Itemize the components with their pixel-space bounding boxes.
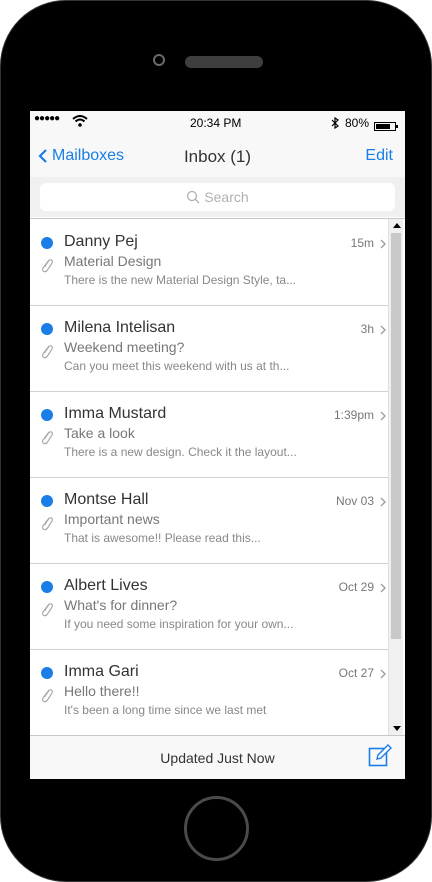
message-subject: Important news (64, 511, 160, 527)
message-sender: Milena Intelisan (64, 319, 176, 336)
edit-button[interactable]: Edit (365, 147, 393, 165)
message-subject: Weekend meeting? (64, 339, 185, 355)
message-row[interactable]: Milena Intelisan Weekend meeting? Can you … (30, 305, 388, 392)
message-preview: There is the new Material Design Style, … (64, 273, 297, 287)
scrollbar[interactable] (388, 219, 403, 735)
attachment-icon (41, 517, 53, 531)
message-list: Danny Pej Material Design There is the new… (30, 219, 388, 736)
update-status: Updated Just Now (160, 750, 275, 766)
attachment-icon (41, 689, 53, 703)
message-sender: Imma Gari (64, 663, 139, 680)
attachment-icon (41, 259, 53, 273)
battery-percent: 80% (345, 116, 370, 130)
message-sender: Danny Pej (64, 233, 138, 250)
page-title: Inbox (1) (183, 147, 252, 166)
battery-icon (374, 122, 398, 131)
search-bar: Search (30, 177, 405, 217)
attachment-icon (41, 603, 53, 617)
chevron-right-icon (380, 669, 386, 679)
attachment-icon (41, 345, 53, 359)
status-bar: ●●●●● 20:34 PM 80% (30, 111, 405, 135)
message-subject: Take a look (64, 425, 135, 441)
unread-dot (41, 237, 53, 249)
unread-dot (41, 409, 53, 421)
message-date: 3h (360, 322, 374, 336)
chevron-right-icon (380, 411, 386, 421)
nav-bar: Mailboxes Inbox (1) Edit (30, 135, 405, 179)
wifi-icon (72, 115, 88, 127)
message-date: 1:39pm (333, 408, 374, 422)
message-row[interactable]: Imma Mustard Take a look There is a new de… (30, 391, 388, 478)
message-subject: Material Design (64, 253, 162, 269)
phone-frame: ●●●●● 20:34 PM 80% Mailboxes Inbox (1) E… (0, 0, 432, 882)
message-date: 15m (350, 236, 374, 250)
screen: ●●●●● 20:34 PM 80% Mailboxes Inbox (1) E… (30, 111, 405, 779)
chevron-right-icon (380, 325, 386, 335)
message-preview: There is a new design. Check it the layo… (64, 445, 297, 459)
scrollbar-thumb[interactable] (391, 233, 401, 639)
message-preview: It's been a long time since we last met (64, 703, 267, 717)
unread-dot (41, 581, 53, 593)
chevron-right-icon (380, 497, 386, 507)
status-time: 20:34 PM (190, 116, 242, 130)
message-date: Oct 27 (338, 666, 374, 680)
message-preview: If you need some inspiration for your ow… (64, 617, 294, 631)
chevron-right-icon (380, 239, 386, 249)
message-sender: Montse Hall (64, 491, 149, 508)
message-sender: Imma Mustard (64, 405, 167, 422)
search-icon (187, 190, 200, 204)
unread-dot (41, 667, 53, 679)
compose-icon[interactable] (368, 744, 392, 768)
bottom-toolbar: Updated Just Now (30, 735, 405, 779)
message-subject: What's for dinner? (64, 597, 178, 613)
home-button[interactable] (184, 796, 249, 861)
message-preview: Can you meet this weekend with us at th.… (64, 359, 290, 373)
message-row[interactable]: Imma Gari Hello there!! It's been a long t… (30, 649, 388, 736)
unread-dot (41, 323, 53, 335)
message-row[interactable]: Montse Hall Important news That is awesome… (30, 477, 388, 564)
message-row[interactable]: Danny Pej Material Design There is the new… (30, 219, 388, 306)
bluetooth-icon (331, 117, 339, 129)
camera (153, 54, 165, 66)
scroll-up-arrow[interactable] (393, 223, 401, 228)
search-input[interactable]: Search (40, 183, 395, 211)
attachment-icon (41, 431, 53, 445)
message-preview: That is awesome!! Please read this... (64, 531, 261, 545)
message-date: Oct 29 (338, 580, 374, 594)
search-placeholder: Search (204, 189, 249, 205)
signal-icon: ●●●●● (34, 113, 60, 124)
message-row[interactable]: Albert Lives What's for dinner? If you nee… (30, 563, 388, 650)
message-sender: Albert Lives (64, 577, 148, 594)
message-subject: Hello there!! (64, 683, 140, 699)
message-date: Nov 03 (335, 494, 374, 508)
unread-dot (41, 495, 53, 507)
speaker (185, 56, 263, 68)
chevron-right-icon (380, 583, 386, 593)
scroll-down-arrow[interactable] (393, 726, 401, 731)
